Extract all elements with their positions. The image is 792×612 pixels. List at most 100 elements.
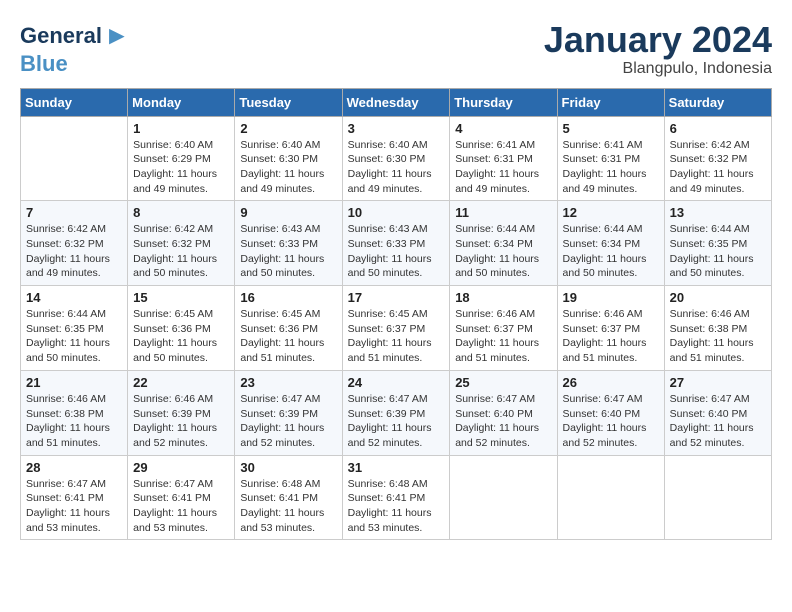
calendar-cell: 4 Sunrise: 6:41 AM Sunset: 6:31 PM Daylig…: [450, 116, 557, 201]
day-info: Sunrise: 6:47 AM Sunset: 6:40 PM Dayligh…: [670, 392, 766, 451]
day-number: 8: [133, 205, 229, 220]
day-info: Sunrise: 6:43 AM Sunset: 6:33 PM Dayligh…: [348, 222, 445, 281]
calendar-cell: 13 Sunrise: 6:44 AM Sunset: 6:35 PM Dayli…: [664, 201, 771, 286]
day-info: Sunrise: 6:47 AM Sunset: 6:39 PM Dayligh…: [348, 392, 445, 451]
logo-arrow-icon: ►: [104, 20, 130, 51]
day-number: 30: [240, 460, 336, 475]
calendar-cell: 16 Sunrise: 6:45 AM Sunset: 6:36 PM Dayli…: [235, 286, 342, 371]
logo-general: General: [20, 23, 102, 49]
calendar-cell: 10Sunrise: 6:43 AM Sunset: 6:33 PM Dayli…: [342, 201, 450, 286]
page-header: General ► Blue January 2024 Blangpulo, I…: [20, 20, 772, 78]
title-block: January 2024 Blangpulo, Indonesia: [544, 20, 772, 78]
calendar-cell: 25 Sunrise: 6:47 AM Sunset: 6:40 PM Dayli…: [450, 370, 557, 455]
calendar-cell: 29Sunrise: 6:47 AM Sunset: 6:41 PM Dayli…: [128, 455, 235, 540]
day-number: 6: [670, 121, 766, 136]
calendar-week-row: 28 Sunrise: 6:47 AM Sunset: 6:41 PM Dayli…: [21, 455, 772, 540]
day-number: 13: [670, 205, 766, 220]
calendar-cell: 18Sunrise: 6:46 AM Sunset: 6:37 PM Dayli…: [450, 286, 557, 371]
calendar-cell: 1 Sunrise: 6:40 AM Sunset: 6:29 PM Daylig…: [128, 116, 235, 201]
calendar-cell: 28 Sunrise: 6:47 AM Sunset: 6:41 PM Dayli…: [21, 455, 128, 540]
calendar-cell: 15 Sunrise: 6:45 AM Sunset: 6:36 PM Dayli…: [128, 286, 235, 371]
day-info: Sunrise: 6:45 AM Sunset: 6:36 PM Dayligh…: [240, 307, 336, 366]
calendar-cell: 7 Sunrise: 6:42 AM Sunset: 6:32 PM Daylig…: [21, 201, 128, 286]
calendar-cell: 27 Sunrise: 6:47 AM Sunset: 6:40 PM Dayli…: [664, 370, 771, 455]
day-info: Sunrise: 6:43 AM Sunset: 6:33 PM Dayligh…: [240, 222, 336, 281]
calendar-cell: 12 Sunrise: 6:44 AM Sunset: 6:34 PM Dayli…: [557, 201, 664, 286]
calendar-cell: 31 Sunrise: 6:48 AM Sunset: 6:41 PM Dayli…: [342, 455, 450, 540]
day-info: Sunrise: 6:44 AM Sunset: 6:35 PM Dayligh…: [26, 307, 122, 366]
day-info: Sunrise: 6:41 AM Sunset: 6:31 PM Dayligh…: [455, 138, 551, 197]
day-info: Sunrise: 6:46 AM Sunset: 6:39 PM Dayligh…: [133, 392, 229, 451]
calendar-week-row: 21 Sunrise: 6:46 AM Sunset: 6:38 PM Dayli…: [21, 370, 772, 455]
day-number: 3: [348, 121, 445, 136]
calendar-cell: 9 Sunrise: 6:43 AM Sunset: 6:33 PM Daylig…: [235, 201, 342, 286]
calendar-cell: 24Sunrise: 6:47 AM Sunset: 6:39 PM Dayli…: [342, 370, 450, 455]
day-number: 31: [348, 460, 445, 475]
day-number: 9: [240, 205, 336, 220]
header-cell-monday: Monday: [128, 88, 235, 116]
day-info: Sunrise: 6:48 AM Sunset: 6:41 PM Dayligh…: [240, 477, 336, 536]
day-info: Sunrise: 6:47 AM Sunset: 6:41 PM Dayligh…: [26, 477, 122, 536]
calendar-cell: [21, 116, 128, 201]
day-info: Sunrise: 6:45 AM Sunset: 6:36 PM Dayligh…: [133, 307, 229, 366]
day-number: 17: [348, 290, 445, 305]
logo: General ► Blue: [20, 20, 130, 77]
day-info: Sunrise: 6:42 AM Sunset: 6:32 PM Dayligh…: [26, 222, 122, 281]
header-cell-sunday: Sunday: [21, 88, 128, 116]
day-info: Sunrise: 6:40 AM Sunset: 6:30 PM Dayligh…: [348, 138, 445, 197]
day-number: 19: [563, 290, 659, 305]
day-info: Sunrise: 6:44 AM Sunset: 6:35 PM Dayligh…: [670, 222, 766, 281]
calendar-week-row: 14Sunrise: 6:44 AM Sunset: 6:35 PM Dayli…: [21, 286, 772, 371]
day-info: Sunrise: 6:42 AM Sunset: 6:32 PM Dayligh…: [670, 138, 766, 197]
calendar-cell: 26Sunrise: 6:47 AM Sunset: 6:40 PM Dayli…: [557, 370, 664, 455]
calendar-cell: 20 Sunrise: 6:46 AM Sunset: 6:38 PM Dayli…: [664, 286, 771, 371]
day-number: 18: [455, 290, 551, 305]
calendar-cell: 23Sunrise: 6:47 AM Sunset: 6:39 PM Dayli…: [235, 370, 342, 455]
day-number: 16: [240, 290, 336, 305]
calendar-cell: 22 Sunrise: 6:46 AM Sunset: 6:39 PM Dayli…: [128, 370, 235, 455]
day-number: 15: [133, 290, 229, 305]
calendar-cell: 6 Sunrise: 6:42 AM Sunset: 6:32 PM Daylig…: [664, 116, 771, 201]
header-cell-friday: Friday: [557, 88, 664, 116]
calendar-cell: 8 Sunrise: 6:42 AM Sunset: 6:32 PM Daylig…: [128, 201, 235, 286]
calendar-cell: 30 Sunrise: 6:48 AM Sunset: 6:41 PM Dayli…: [235, 455, 342, 540]
day-info: Sunrise: 6:47 AM Sunset: 6:39 PM Dayligh…: [240, 392, 336, 451]
day-number: 4: [455, 121, 551, 136]
day-info: Sunrise: 6:44 AM Sunset: 6:34 PM Dayligh…: [563, 222, 659, 281]
logo-blue: Blue: [20, 51, 68, 76]
day-number: 20: [670, 290, 766, 305]
calendar-title: January 2024: [544, 20, 772, 60]
day-info: Sunrise: 6:46 AM Sunset: 6:38 PM Dayligh…: [26, 392, 122, 451]
calendar-cell: 11Sunrise: 6:44 AM Sunset: 6:34 PM Dayli…: [450, 201, 557, 286]
header-cell-saturday: Saturday: [664, 88, 771, 116]
day-info: Sunrise: 6:45 AM Sunset: 6:37 PM Dayligh…: [348, 307, 445, 366]
day-info: Sunrise: 6:44 AM Sunset: 6:34 PM Dayligh…: [455, 222, 551, 281]
day-info: Sunrise: 6:47 AM Sunset: 6:41 PM Dayligh…: [133, 477, 229, 536]
day-info: Sunrise: 6:42 AM Sunset: 6:32 PM Dayligh…: [133, 222, 229, 281]
day-info: Sunrise: 6:48 AM Sunset: 6:41 PM Dayligh…: [348, 477, 445, 536]
day-number: 7: [26, 205, 122, 220]
calendar-week-row: 1 Sunrise: 6:40 AM Sunset: 6:29 PM Daylig…: [21, 116, 772, 201]
day-number: 1: [133, 121, 229, 136]
day-info: Sunrise: 6:47 AM Sunset: 6:40 PM Dayligh…: [455, 392, 551, 451]
day-number: 22: [133, 375, 229, 390]
day-number: 28: [26, 460, 122, 475]
calendar-cell: 14Sunrise: 6:44 AM Sunset: 6:35 PM Dayli…: [21, 286, 128, 371]
day-number: 21: [26, 375, 122, 390]
header-cell-thursday: Thursday: [450, 88, 557, 116]
calendar-cell: 3 Sunrise: 6:40 AM Sunset: 6:30 PM Daylig…: [342, 116, 450, 201]
day-info: Sunrise: 6:40 AM Sunset: 6:29 PM Dayligh…: [133, 138, 229, 197]
day-number: 12: [563, 205, 659, 220]
day-number: 26: [563, 375, 659, 390]
day-number: 25: [455, 375, 551, 390]
day-info: Sunrise: 6:40 AM Sunset: 6:30 PM Dayligh…: [240, 138, 336, 197]
calendar-cell: 2Sunrise: 6:40 AM Sunset: 6:30 PM Daylig…: [235, 116, 342, 201]
calendar-subtitle: Blangpulo, Indonesia: [544, 60, 772, 78]
day-number: 27: [670, 375, 766, 390]
calendar-cell: [450, 455, 557, 540]
day-number: 5: [563, 121, 659, 136]
calendar-table: SundayMondayTuesdayWednesdayThursdayFrid…: [20, 88, 772, 541]
day-info: Sunrise: 6:46 AM Sunset: 6:38 PM Dayligh…: [670, 307, 766, 366]
day-info: Sunrise: 6:41 AM Sunset: 6:31 PM Dayligh…: [563, 138, 659, 197]
calendar-cell: 21 Sunrise: 6:46 AM Sunset: 6:38 PM Dayli…: [21, 370, 128, 455]
